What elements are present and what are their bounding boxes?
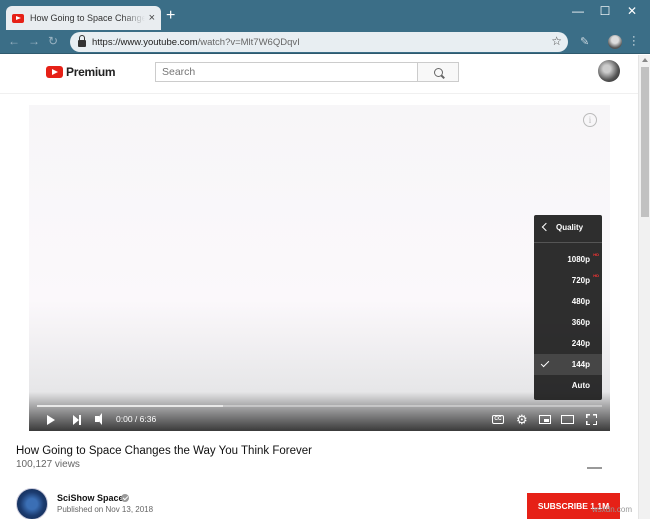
- quality-option-label: 720p: [571, 276, 590, 285]
- browser-titlebar: How Going to Space Changes the Way You T…: [0, 0, 650, 30]
- quality-menu-title: Quality: [556, 223, 584, 232]
- search-button[interactable]: [417, 62, 459, 82]
- youtube-play-logo-icon: [46, 66, 63, 78]
- browser-menu-icon[interactable]: · · ·: [632, 32, 636, 51]
- watermark: wsxdn.com: [592, 505, 633, 514]
- star-icon[interactable]: ☆: [551, 34, 562, 48]
- browser-toolbar: ← → ↻ https://www.youtube.com/watch?v=Ml…: [0, 30, 650, 54]
- youtube-favicon-icon: [12, 13, 24, 23]
- youtube-logo[interactable]: Premium: [46, 65, 116, 79]
- scroll-up-arrow-icon[interactable]: [642, 58, 648, 62]
- more-actions-icon[interactable]: [587, 467, 602, 469]
- quality-option[interactable]: Auto: [534, 375, 602, 396]
- quality-option[interactable]: 360p: [534, 312, 602, 333]
- quality-option-label: 1080p: [567, 255, 590, 264]
- hd-badge: HD: [593, 252, 599, 257]
- publish-date: Published on Nov 13, 2018: [57, 505, 154, 514]
- quality-option[interactable]: 480p: [534, 291, 602, 312]
- quality-option[interactable]: 240p: [534, 333, 602, 354]
- verified-icon: [121, 494, 129, 502]
- tab-close-icon[interactable]: ×: [149, 12, 155, 24]
- quality-option[interactable]: 1080p HD: [534, 249, 602, 270]
- page-scrollbar[interactable]: [638, 55, 650, 519]
- maximize-button[interactable]: ☐: [595, 4, 615, 18]
- extension-icon[interactable]: ✎: [580, 35, 589, 48]
- header-divider: [0, 93, 638, 94]
- search-icon: [433, 67, 443, 77]
- quality-option[interactable]: 144p: [534, 354, 602, 375]
- tab-title: How Going to Space Changes the Way You T…: [30, 13, 145, 23]
- player-controls: 0:00 / 6:36 CC ⚙: [29, 409, 610, 431]
- captions-icon[interactable]: CC: [492, 415, 504, 424]
- chevron-left-icon: [541, 222, 551, 232]
- youtube-page: Premium i 0:00 / 6:36 CC ⚙ Quality 1080p: [0, 55, 638, 519]
- quality-menu: Quality 1080p HD 720p HD 480p 360p 240p 144p Aut…: [534, 215, 602, 400]
- video-player[interactable]: i 0:00 / 6:36 CC ⚙: [29, 105, 610, 431]
- volume-icon[interactable]: [95, 413, 102, 425]
- next-icon[interactable]: [73, 415, 81, 425]
- time-display: 0:00 / 6:36: [116, 414, 157, 424]
- miniplayer-icon[interactable]: [539, 415, 551, 424]
- hd-badge: HD: [593, 273, 599, 278]
- quality-option-label: 480p: [571, 297, 590, 306]
- play-icon[interactable]: [47, 415, 55, 425]
- scrollbar-thumb[interactable]: [641, 67, 649, 217]
- url-path: /watch?v=Mlt7W6QDqvI: [197, 36, 300, 48]
- buffer-bar: [37, 405, 224, 407]
- quality-option-label: 360p: [571, 318, 590, 327]
- quality-menu-header[interactable]: Quality: [534, 215, 602, 243]
- reload-button[interactable]: ↻: [48, 34, 58, 48]
- logo-text: Premium: [66, 65, 116, 79]
- minimize-button[interactable]: —: [568, 4, 588, 18]
- theater-mode-icon[interactable]: [561, 415, 574, 424]
- url-base: https://www.youtube.com: [92, 36, 198, 48]
- close-window-button[interactable]: ✕: [622, 4, 642, 18]
- gear-icon[interactable]: ⚙: [516, 412, 528, 428]
- video-title: How Going to Space Changes the Way You T…: [16, 445, 312, 457]
- channel-avatar[interactable]: [16, 488, 48, 519]
- address-bar[interactable]: https://www.youtube.com/watch?v=Mlt7W6QD…: [70, 32, 568, 52]
- quality-option[interactable]: 720p HD: [534, 270, 602, 291]
- new-tab-button[interactable]: +: [166, 8, 175, 24]
- search-input[interactable]: [155, 62, 418, 82]
- url-text: https://www.youtube.com/watch?v=Mlt7W6QD…: [92, 37, 300, 48]
- info-icon[interactable]: i: [583, 113, 597, 127]
- lock-icon: [78, 35, 86, 47]
- progress-bar[interactable]: [37, 405, 602, 407]
- browser-tab[interactable]: How Going to Space Changes the Way You T…: [6, 6, 161, 30]
- forward-button[interactable]: →: [28, 34, 40, 48]
- check-icon: [540, 358, 550, 368]
- quality-option-label: Auto: [571, 381, 590, 390]
- quality-option-label: 240p: [571, 339, 590, 348]
- quality-option-label: 144p: [571, 360, 590, 369]
- avatar[interactable]: [598, 60, 620, 82]
- view-count: 100,127 views: [16, 459, 80, 470]
- back-button[interactable]: ←: [8, 34, 20, 48]
- browser-profile-avatar[interactable]: [608, 35, 622, 49]
- fullscreen-icon[interactable]: [586, 414, 597, 425]
- channel-name[interactable]: SciShow Space: [57, 493, 124, 503]
